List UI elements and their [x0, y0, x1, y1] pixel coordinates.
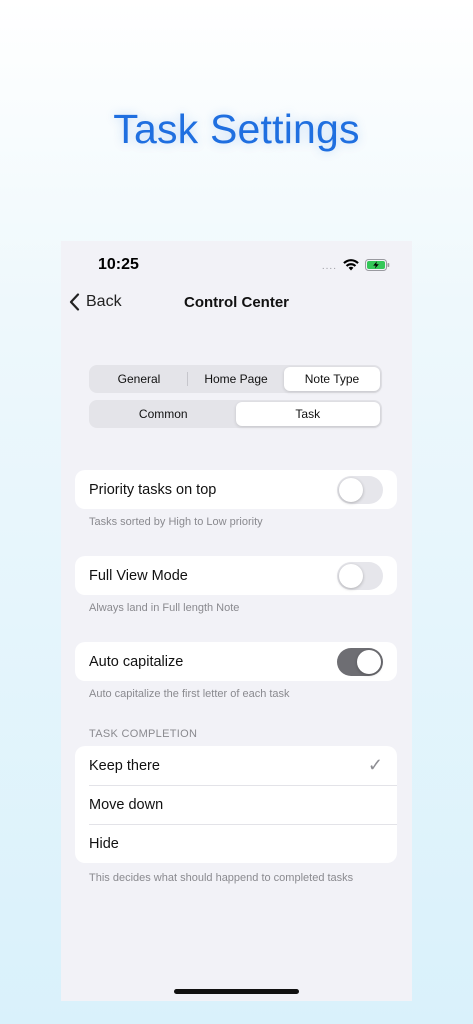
full-view-mode-label: Full View Mode [89, 567, 188, 584]
task-completion-card: Keep there ✓ Move down Hide [75, 746, 397, 863]
segment-home-page[interactable]: Home Page [188, 367, 284, 391]
option-keep-there-label: Keep there [89, 757, 160, 774]
full-view-mode-card: Full View Mode [75, 556, 397, 595]
auto-capitalize-row: Auto capitalize [75, 642, 397, 681]
task-completion-footnote: This decides what should happend to comp… [89, 872, 354, 884]
signal-dots-icon: .... [321, 261, 337, 272]
segment-task[interactable]: Task [235, 402, 380, 426]
priority-tasks-footnote: Tasks sorted by High to Low priority [89, 516, 263, 528]
option-move-down-label: Move down [89, 796, 164, 813]
phone-screen: 10:25 .... Back Control Center General H… [61, 241, 412, 1001]
option-move-down[interactable]: Move down [75, 785, 397, 824]
segment-common[interactable]: Common [91, 402, 236, 426]
priority-tasks-toggle[interactable] [337, 475, 383, 504]
navigation-bar: Back Control Center [61, 291, 412, 317]
option-hide-label: Hide [89, 835, 119, 852]
hero-title: Task Settings [113, 106, 360, 152]
note-type-segmented-control: Common Task [89, 400, 382, 428]
status-time: 10:25 [98, 256, 139, 273]
option-keep-there[interactable]: Keep there ✓ [75, 746, 397, 785]
nav-title: Control Center [184, 294, 289, 311]
auto-capitalize-toggle[interactable] [337, 647, 383, 676]
toggle-knob [339, 563, 363, 588]
full-view-mode-toggle[interactable] [337, 561, 383, 590]
toggle-knob [339, 477, 363, 502]
note-section-segmented-control: General Home Page Note Type [89, 365, 382, 393]
priority-tasks-card: Priority tasks on top [75, 470, 397, 509]
checkmark-icon: ✓ [367, 755, 383, 775]
home-indicator[interactable] [174, 989, 299, 994]
full-view-mode-footnote: Always land in Full length Note [89, 602, 240, 614]
auto-capitalize-card: Auto capitalize [75, 642, 397, 681]
status-icons: .... [322, 257, 390, 272]
full-view-mode-row: Full View Mode [75, 556, 397, 595]
task-completion-header: TASK COMPLETION [89, 728, 198, 740]
auto-capitalize-footnote: Auto capitalize the first letter of each… [89, 688, 290, 700]
auto-capitalize-label: Auto capitalize [89, 653, 184, 670]
segment-general[interactable]: General [91, 367, 187, 391]
option-hide[interactable]: Hide [75, 824, 397, 863]
priority-tasks-label: Priority tasks on top [89, 481, 217, 498]
toggle-knob [357, 649, 381, 674]
battery-charging-icon [365, 258, 390, 271]
wifi-icon [343, 258, 359, 271]
status-bar: 10:25 .... [61, 241, 412, 291]
priority-tasks-row: Priority tasks on top [75, 470, 397, 509]
segment-note-type[interactable]: Note Type [284, 367, 380, 391]
